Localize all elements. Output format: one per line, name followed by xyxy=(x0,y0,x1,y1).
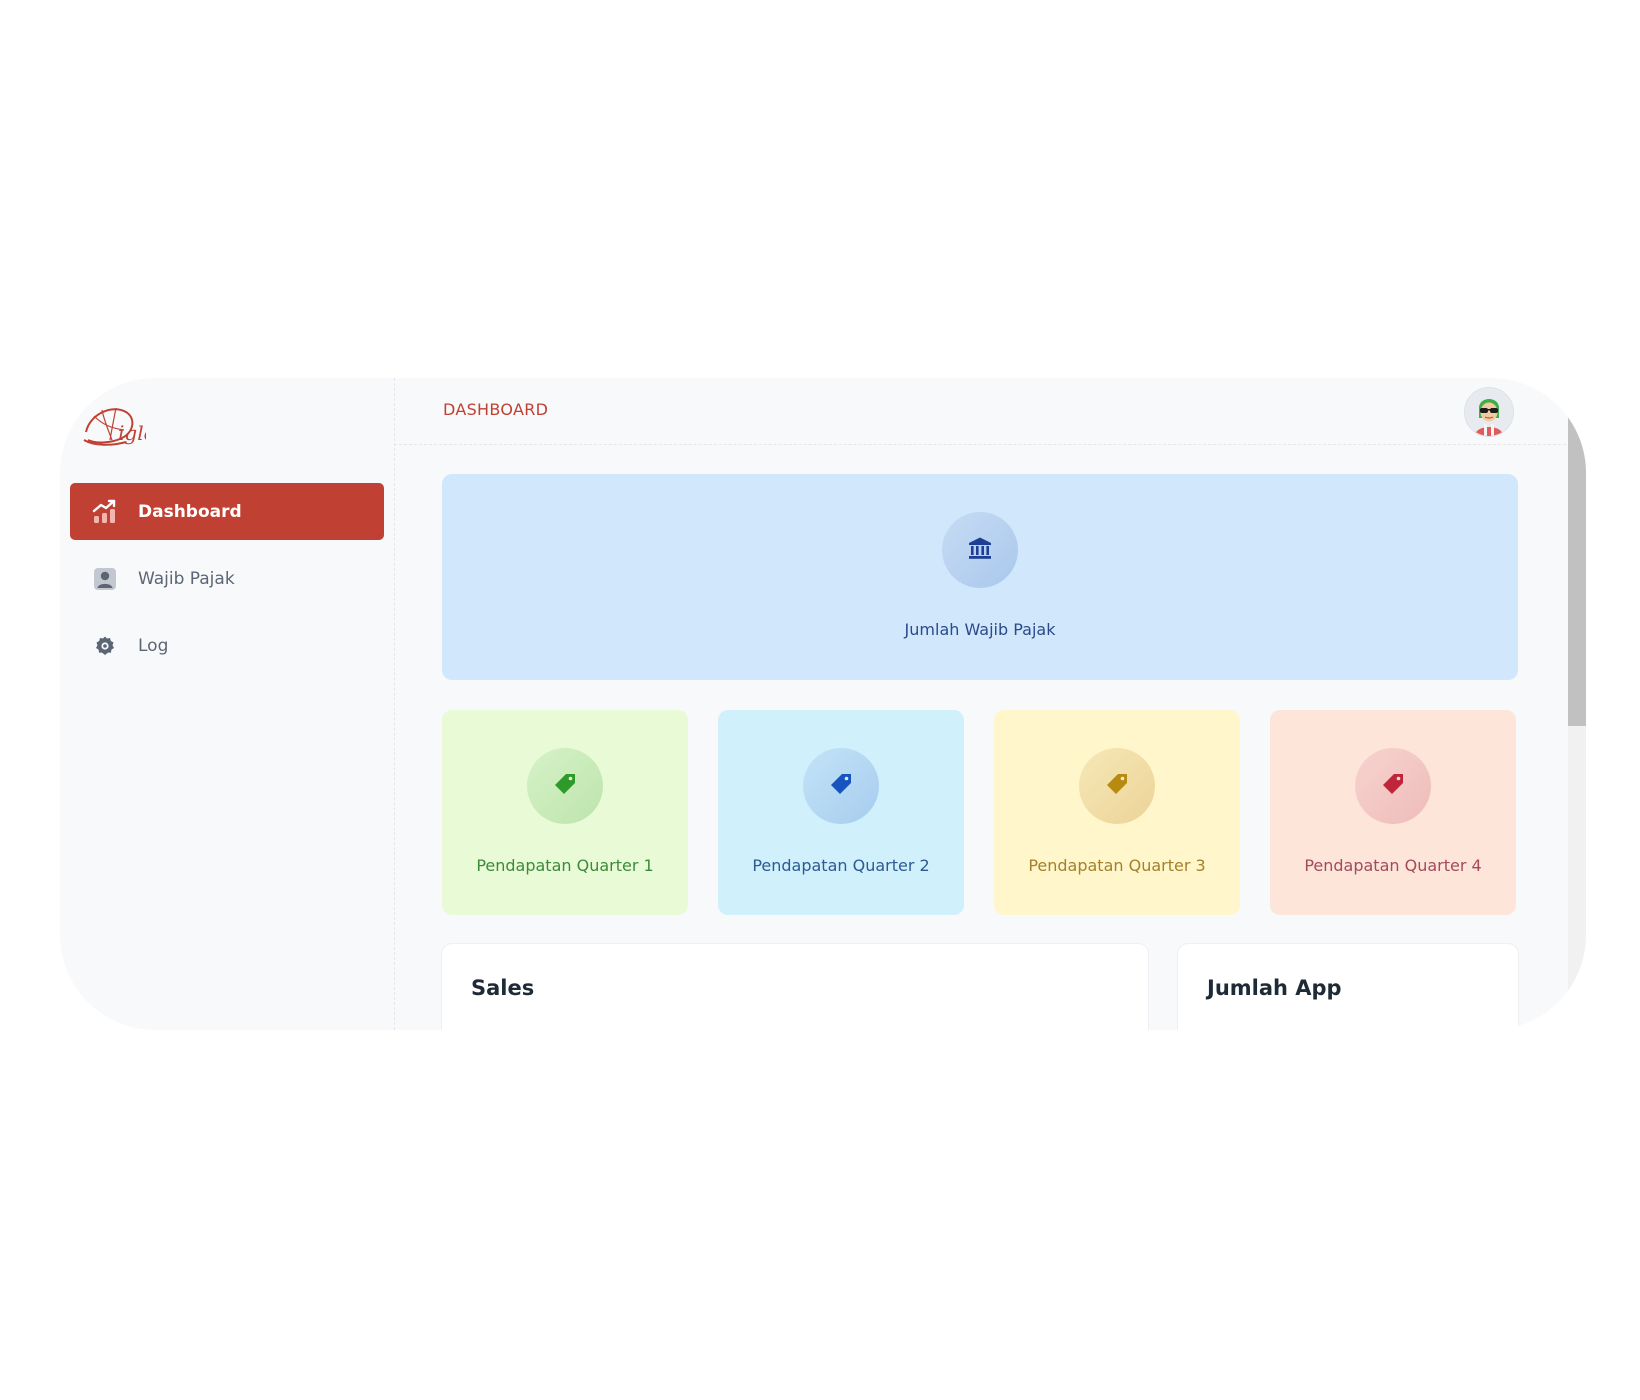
stat-card-quarter-2[interactable]: Pendapatan Quarter 2 xyxy=(718,710,964,915)
sidebar-item-label: Log xyxy=(138,635,169,656)
page-title: DASHBOARD xyxy=(443,400,549,419)
avatar[interactable] xyxy=(1464,387,1514,437)
user-card-icon xyxy=(92,566,118,592)
stat-card-jumlah-wajib-pajak[interactable]: Jumlah Wajib Pajak xyxy=(442,474,1518,680)
jumlah-app-panel: Jumlah App xyxy=(1178,944,1518,1030)
bank-icon xyxy=(968,536,992,564)
header-bar: DASHBOARD xyxy=(394,378,1586,445)
tag-icon xyxy=(1381,772,1405,800)
sidebar: iglo Dashboard xyxy=(60,378,395,1030)
sidebar-item-label: Dashboard xyxy=(138,501,242,522)
stat-card-label: Pendapatan Quarter 3 xyxy=(1028,856,1206,875)
sidebar-item-log[interactable]: Log xyxy=(70,617,384,674)
icon-circle xyxy=(1079,748,1155,824)
scrollbar-thumb[interactable] xyxy=(1568,408,1586,726)
icon-circle xyxy=(942,512,1018,588)
sidebar-item-dashboard[interactable]: Dashboard xyxy=(70,483,384,540)
sidebar-item-label: Wajib Pajak xyxy=(138,568,235,589)
gear-icon xyxy=(92,633,118,659)
tag-icon xyxy=(553,772,577,800)
stat-card-label: Pendapatan Quarter 2 xyxy=(752,856,930,875)
tag-icon xyxy=(829,772,853,800)
stat-card-quarter-3[interactable]: Pendapatan Quarter 3 xyxy=(994,710,1240,915)
stat-card-quarter-4[interactable]: Pendapatan Quarter 4 xyxy=(1270,710,1516,915)
panel-title: Jumlah App xyxy=(1207,976,1342,1000)
svg-text:iglo: iglo xyxy=(118,421,146,445)
tag-icon xyxy=(1105,772,1129,800)
iglo-logo[interactable]: iglo xyxy=(82,402,156,448)
stat-card-label: Jumlah Wajib Pajak xyxy=(904,620,1056,639)
icon-circle xyxy=(1355,748,1431,824)
icon-circle xyxy=(803,748,879,824)
app-window: iglo Dashboard xyxy=(60,378,1586,1030)
chart-growth-icon xyxy=(92,499,118,525)
icon-circle xyxy=(527,748,603,824)
stat-card-quarter-1[interactable]: Pendapatan Quarter 1 xyxy=(442,710,688,915)
panel-title: Sales xyxy=(471,976,535,1000)
stat-card-label: Pendapatan Quarter 1 xyxy=(476,856,654,875)
sales-panel: Sales xyxy=(442,944,1148,1030)
sidebar-item-wajib-pajak[interactable]: Wajib Pajak xyxy=(70,550,384,607)
stat-card-label: Pendapatan Quarter 4 xyxy=(1304,856,1482,875)
